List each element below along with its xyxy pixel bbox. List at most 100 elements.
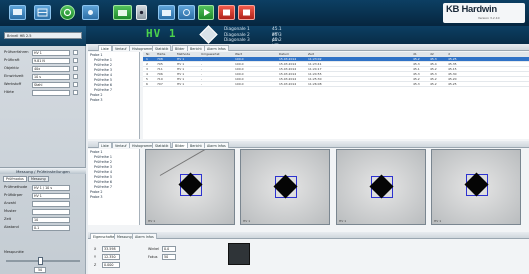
field-checkbox[interactable] — [73, 74, 78, 79]
indent-image[interactable]: HV 1 — [240, 149, 330, 225]
focus-input[interactable]: 50 — [162, 254, 176, 260]
tree-item[interactable]: Prüfreihe 6 — [94, 83, 112, 87]
tab-bericht[interactable]: Bericht — [187, 45, 205, 51]
field-input[interactable]: 9.81 N — [32, 58, 70, 64]
left-settings-panel: Brinell HB 2.5 Prüfverfahren HV 1 Prüfkra… — [0, 26, 86, 274]
settings-icon[interactable] — [82, 5, 99, 20]
field-input[interactable]: HV 1 / 10 s — [32, 185, 70, 191]
bottom-tabbar: Eigenschaften Messung Alarm Infos — [88, 232, 529, 239]
tree-item[interactable]: Prüfreihe 4 — [94, 170, 112, 174]
tree-item[interactable]: Prüfreihe 1 — [94, 58, 112, 62]
tree-item[interactable]: Prüfreihe 6 — [94, 180, 112, 184]
slider-value[interactable]: 50 — [34, 267, 47, 273]
power-icon[interactable] — [60, 5, 75, 20]
method-select[interactable]: Brinell HB 2.5 — [4, 32, 82, 39]
diagonal-2: Diagonale 2 45.3 μm — [224, 32, 282, 43]
field-checkbox[interactable] — [73, 82, 78, 87]
image-label: HV 1 — [148, 219, 156, 223]
tab-bilder[interactable]: Bilder — [172, 142, 188, 148]
tree-item[interactable]: Prüfreihe 4 — [94, 73, 112, 77]
field-checkbox[interactable] — [73, 66, 78, 71]
field-label: Fokus — [148, 255, 158, 259]
tab-alarm-infos[interactable]: Alarm Infos — [204, 45, 229, 51]
coord-z-input[interactable]: 0.000 — [102, 262, 120, 268]
tree-item[interactable]: Prüfreihe 2 — [94, 63, 112, 67]
field-checkbox[interactable] — [73, 58, 78, 63]
tree-item[interactable]: Prüfreihe 5 — [94, 78, 112, 82]
target-icon[interactable] — [178, 5, 195, 20]
table-cell: 45.2 — [430, 82, 437, 86]
tab-alarm-infos[interactable]: Alarm Infos — [132, 233, 157, 239]
field-row: Anzahl — [4, 201, 84, 207]
indent-image[interactable]: HV 1 — [431, 149, 521, 225]
tree-item[interactable]: Prüfreihe 7 — [94, 185, 112, 189]
field-input[interactable]: HV 1 — [32, 193, 70, 199]
tree-item[interactable]: Prüfreihe 2 — [94, 160, 112, 164]
stop-icon[interactable] — [238, 5, 255, 20]
tree-item[interactable]: Prüfreihe 5 — [94, 175, 112, 179]
tree-item[interactable]: Prüfreihe 3 — [94, 165, 112, 169]
tree-item[interactable]: Prüfreihe 7 — [94, 88, 112, 92]
table-cell: 45.3 — [413, 82, 420, 86]
coord-x-input[interactable]: 33.598 — [102, 246, 120, 252]
indent-image[interactable]: HV 1 — [336, 149, 426, 225]
tab-liste[interactable]: Liste — [98, 45, 112, 51]
dot-icon[interactable] — [136, 5, 147, 20]
field-input[interactable] — [32, 90, 70, 96]
tab-bilder[interactable]: Bilder — [172, 45, 188, 51]
tab-liste[interactable]: Liste — [98, 142, 112, 148]
tab-alarm-infos[interactable]: Alarm Infos — [204, 142, 229, 148]
tab-bericht[interactable]: Bericht — [187, 142, 205, 148]
field-row: Objektiv 40x — [4, 66, 84, 72]
field-checkbox[interactable] — [73, 90, 78, 95]
camera-icon[interactable] — [113, 5, 132, 20]
tree-item[interactable]: Probe 2 — [90, 190, 103, 194]
top-tabbar: Liste Verlauf Histogramm Statistik Bilde… — [88, 44, 529, 51]
tab-verlauf[interactable]: Verlauf — [112, 45, 130, 51]
angle-input[interactable]: 0.0 — [162, 246, 176, 252]
field-row: Werkstoff Stahl — [4, 82, 84, 88]
field-row: Muster — [4, 209, 84, 215]
tab-pruefmodus[interactable]: Prüfmodus — [3, 176, 27, 182]
field-input[interactable] — [32, 201, 70, 207]
diamond-icon — [199, 25, 218, 44]
tab-verlauf[interactable]: Verlauf — [112, 142, 130, 148]
field-input[interactable]: 10 s — [32, 74, 70, 80]
table-cell: HV 1 — [177, 82, 185, 86]
slider-track[interactable] — [6, 260, 80, 262]
coord-y-input[interactable]: 12.350 — [102, 254, 120, 260]
stop-icon[interactable] — [218, 5, 235, 20]
table-row[interactable]: 6 707 HV 1 - 100.0 15.03.2014 11:26:08 45.3 45.2… — [143, 82, 529, 87]
slider-handle[interactable] — [38, 257, 43, 265]
tree-item[interactable]: Prüfreihe 3 — [94, 68, 112, 72]
field-label: X — [94, 247, 97, 251]
field-input[interactable]: 40x — [32, 66, 70, 72]
field-input[interactable]: HV 1 — [32, 50, 70, 56]
camera-icon[interactable] — [158, 5, 175, 20]
table-cell: 6 — [146, 82, 148, 86]
tree-item[interactable]: Probe 3 — [90, 98, 103, 102]
field-row: Prüfverfahren HV 1 — [4, 50, 84, 56]
camera-preview[interactable] — [228, 243, 250, 265]
brand-version: Version 3.2.10 — [478, 16, 500, 20]
tree-item[interactable]: Probe 2 — [90, 93, 103, 97]
field-input[interactable] — [32, 209, 70, 215]
table-cell: 707 — [157, 82, 163, 86]
tree-root[interactable]: Probe 1 — [90, 53, 103, 57]
field-input[interactable]: Stahl — [32, 82, 70, 88]
field-checkbox[interactable] — [73, 50, 78, 55]
tree-root[interactable]: Probe 1 — [90, 150, 103, 154]
tab-statistik[interactable]: Statistik — [152, 142, 172, 148]
tab-messung[interactable]: Messung — [28, 176, 49, 182]
monitor-icon[interactable] — [9, 5, 26, 20]
tree-item[interactable]: Probe 3 — [90, 195, 103, 199]
play-icon[interactable] — [198, 5, 214, 20]
grid-icon[interactable] — [34, 5, 51, 20]
field-row: Prüfkraft 9.81 N — [4, 58, 84, 64]
tree-item[interactable]: Prüfreihe 1 — [94, 155, 112, 159]
field-input[interactable]: 0.1 — [32, 225, 70, 231]
sample-tree-images: Probe 1 Prüfreihe 1 Prüfreihe 2 Prüfreih… — [88, 149, 140, 225]
indent-image[interactable]: HV 1 — [145, 149, 235, 225]
tab-statistik[interactable]: Statistik — [152, 45, 172, 51]
field-input[interactable]: 10 — [32, 217, 70, 223]
